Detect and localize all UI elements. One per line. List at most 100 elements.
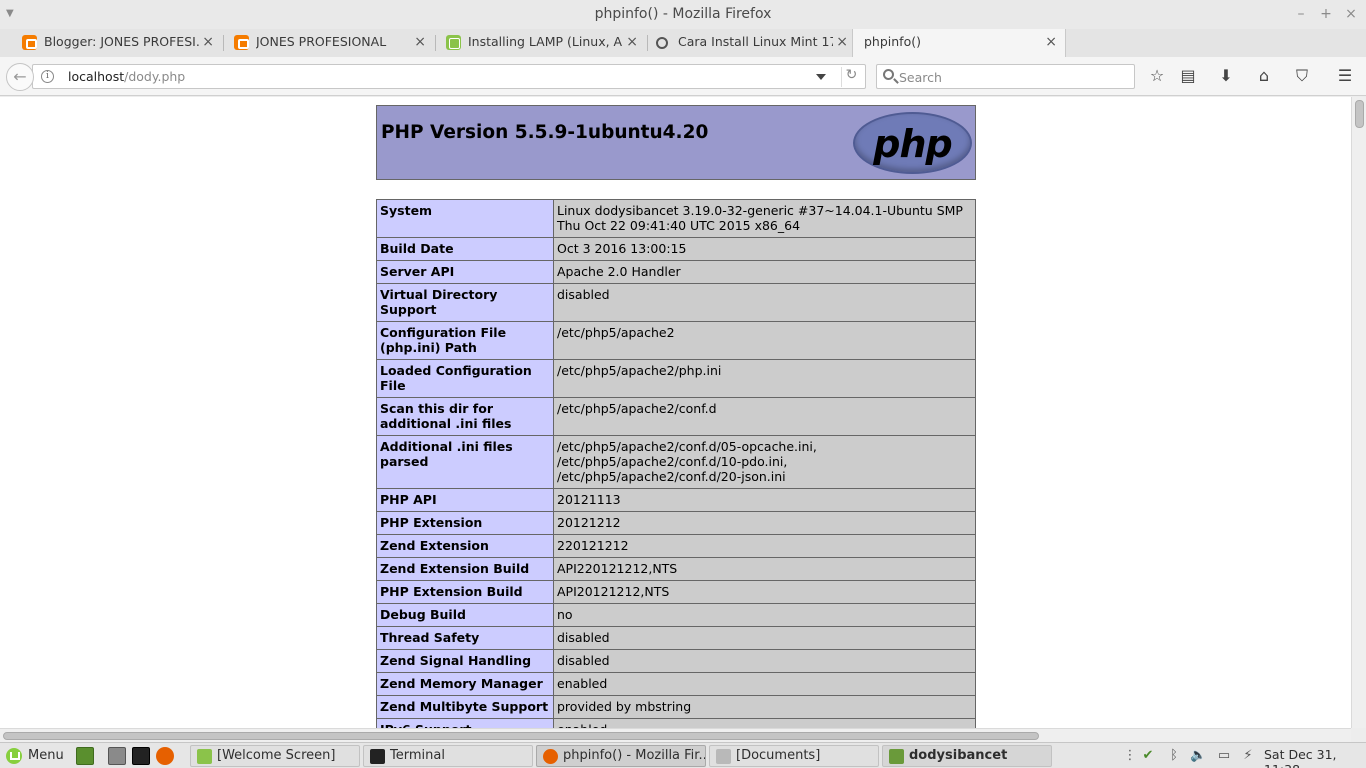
table-row: System Linux dodysibancet 3.19.0-32-gener… [376, 199, 976, 238]
taskbar-item-documents[interactable]: [Documents] [709, 745, 879, 767]
info-value: API20121212,NTS [553, 580, 976, 604]
info-value: 220121212 [553, 534, 976, 558]
table-row: IPv6 Supportenabled [376, 718, 976, 728]
terminal-icon[interactable] [132, 747, 150, 765]
info-value: disabled [553, 626, 976, 650]
info-value: /etc/php5/apache2/conf.d [553, 397, 976, 436]
info-key: IPv6 Support [376, 718, 554, 728]
minimize-icon[interactable]: – [1292, 5, 1310, 23]
info-key: Zend Extension Build [376, 557, 554, 581]
info-key: Virtual Directory Support [376, 283, 554, 322]
tab-label: phpinfo() [864, 34, 921, 49]
clock[interactable]: Sat Dec 31, 11:38 [1264, 747, 1366, 768]
info-key: Loaded Configuration File [376, 359, 554, 398]
tab-phpinfo[interactable]: phpinfo() × [852, 29, 1066, 57]
table-row: PHP API 20121113 [376, 488, 976, 512]
blogger-icon [22, 35, 37, 50]
pocket-icon[interactable]: ⛉ [1290, 65, 1314, 89]
tab-blogger-jones[interactable]: Blogger: JONES PROFESI... × [0, 29, 222, 57]
show-desktop-icon[interactable] [76, 747, 94, 765]
table-row: Debug Build no [376, 603, 976, 627]
back-button[interactable]: ← [6, 63, 34, 91]
home-icon[interactable]: ⌂ [1252, 65, 1276, 89]
table-row: PHP Extension 20121212 [376, 511, 976, 535]
search-bar[interactable] [876, 64, 1135, 89]
menu-label: Menu [28, 748, 64, 763]
bluetooth-icon[interactable]: ᛒ [1166, 748, 1182, 764]
blogger-icon [234, 35, 249, 50]
firefox-icon[interactable] [156, 747, 174, 765]
table-row: Additional .ini files parsed/etc/php5/ap… [376, 435, 976, 489]
info-key: Scan this dir for additional .ini files [376, 397, 554, 436]
info-key: Additional .ini files parsed [376, 435, 554, 489]
tray-separator-icon: ⋮ [1123, 748, 1137, 763]
file-manager-icon[interactable] [108, 747, 126, 765]
info-key: Debug Build [376, 603, 554, 627]
table-row: Scan this dir for additional .ini files /… [376, 397, 976, 436]
table-row: Thread Safety disabled [376, 626, 976, 650]
tab-jones-profesional[interactable]: JONES PROFESIONAL × [212, 29, 434, 57]
start-menu-button[interactable]: Menu [4, 746, 64, 766]
info-value: API220121212,NTS [553, 557, 976, 581]
tab-close-icon[interactable]: × [836, 29, 848, 55]
info-key: PHP API [376, 488, 554, 512]
table-row: Zend Signal Handling disabled [376, 649, 976, 673]
tab-label: Cara Install Linux Mint 17... [678, 34, 833, 49]
maximize-icon[interactable]: + [1317, 5, 1335, 23]
scroll-thumb[interactable] [3, 732, 1039, 740]
scroll-thumb[interactable] [1355, 100, 1364, 128]
info-key: Configuration File (php.ini) Path [376, 321, 554, 360]
tab-cara-install[interactable]: Cara Install Linux Mint 17... × [634, 29, 856, 57]
hamburger-menu-icon[interactable]: ☰ [1333, 65, 1357, 89]
info-value: Apache 2.0 Handler [553, 260, 976, 284]
navigation-bar: i localhost/dody.php ↻ ← ☆ ▤ ⬇ ⌂ ⛉ ☰ [0, 57, 1366, 96]
tab-label: JONES PROFESIONAL [256, 34, 387, 49]
close-icon[interactable]: × [1342, 5, 1360, 23]
url-dropdown-icon[interactable] [816, 74, 826, 80]
table-row: Server API Apache 2.0 Handler [376, 260, 976, 284]
reading-list-icon[interactable]: ▤ [1176, 65, 1200, 89]
search-input[interactable] [899, 68, 1119, 86]
update-shield-icon[interactable]: ✔ [1140, 748, 1156, 764]
network-icon[interactable]: ⚡ [1240, 748, 1256, 764]
info-key: PHP Extension Build [376, 580, 554, 604]
table-row: Build Date Oct 3 2016 13:00:15 [376, 237, 976, 261]
taskbar-item-terminal[interactable]: Terminal [363, 745, 533, 767]
info-value: /etc/php5/apache2 [553, 321, 976, 360]
folder-icon [716, 749, 731, 764]
tab-strip: Blogger: JONES PROFESI... × JONES PROFES… [0, 29, 1366, 81]
info-key: Server API [376, 260, 554, 284]
url-bar[interactable]: i localhost/dody.php ↻ [32, 64, 866, 89]
php-version-title: PHP Version 5.5.9-1ubuntu4.20 [381, 122, 709, 143]
reload-icon[interactable]: ↻ [841, 67, 861, 87]
taskbar-item-firefox[interactable]: phpinfo() - Mozilla Fir... [536, 745, 706, 767]
mint-icon [446, 35, 461, 50]
info-key: PHP Extension [376, 511, 554, 535]
info-value: 20121212 [553, 511, 976, 535]
tab-installing-lamp[interactable]: Installing LAMP (Linux, A... × [424, 29, 646, 57]
download-icon[interactable]: ⬇ [1214, 65, 1238, 89]
table-row: Loaded Configuration File/etc/php5/apach… [376, 359, 976, 398]
taskbar-item-welcome[interactable]: [Welcome Screen] [190, 745, 360, 767]
php-logo: php [853, 112, 972, 174]
tab-label: Installing LAMP (Linux, A... [468, 34, 623, 49]
vertical-scrollbar[interactable] [1351, 97, 1366, 728]
site-info-icon[interactable]: i [41, 70, 54, 83]
search-icon [883, 69, 894, 80]
taskbar-item-dodysibancet[interactable]: dodysibancet [882, 745, 1052, 767]
info-key: Zend Signal Handling [376, 649, 554, 673]
mint-logo-icon [6, 748, 22, 764]
battery-icon[interactable]: ▭ [1216, 748, 1232, 764]
bookmark-star-icon[interactable]: ☆ [1145, 65, 1169, 89]
info-key: System [376, 199, 554, 238]
tab-close-icon[interactable]: × [1045, 29, 1057, 55]
info-key: Zend Multibyte Support [376, 695, 554, 719]
table-row: Virtual Directory Support disabled [376, 283, 976, 322]
info-key: Build Date [376, 237, 554, 261]
url-text[interactable]: localhost/dody.php [68, 69, 185, 84]
horizontal-scrollbar[interactable] [0, 728, 1351, 742]
table-row: Zend Multibyte Support provided by mbstri… [376, 695, 976, 719]
table-row: Zend Memory Manager enabled [376, 672, 976, 696]
volume-icon[interactable]: 🔈 [1190, 748, 1206, 764]
mint-icon [197, 749, 212, 764]
